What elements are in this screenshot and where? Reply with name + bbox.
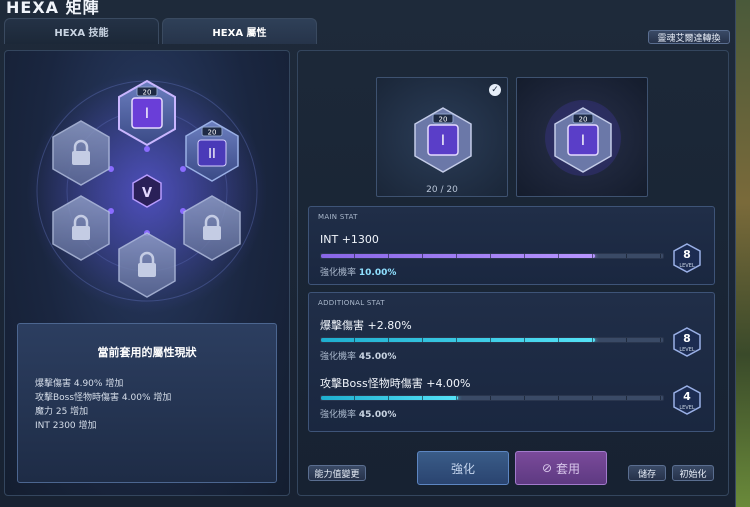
stat-detail-panel: ✓ I 20 20 / 20 I 20 MAIN STAT INT +1300 …: [297, 50, 729, 496]
slot-core-graphic: I 20: [545, 100, 621, 176]
sol-erda-convert-button[interactable]: 靈魂艾爾達轉換: [648, 30, 730, 44]
slot-count-text: 20 / 20: [426, 185, 458, 195]
stat-change-button[interactable]: 能力值變更: [308, 465, 366, 481]
status-line: 魔力 25 增加: [35, 407, 89, 417]
additional-stat-header: ADDITIONAL STAT: [318, 299, 385, 307]
status-line: 爆擊傷害 4.90% 增加: [35, 379, 124, 389]
tab-hexa-stat[interactable]: HEXA 屬性: [162, 18, 317, 44]
apply-check-icon: ⊘: [541, 461, 553, 475]
second-level-badge: 20: [208, 129, 217, 137]
slot-core-graphic: I 20: [414, 107, 472, 173]
main-stat-progress-bar: [320, 253, 664, 259]
window-title: HEXA 矩陣: [6, 0, 100, 17]
additional-stat-name: 爆擊傷害 +2.80%: [320, 319, 412, 332]
svg-text:I: I: [145, 106, 149, 122]
tab-hexa-skill[interactable]: HEXA 技能: [4, 18, 159, 44]
additional-stat-level-badge: 4 LEVEL: [672, 385, 702, 415]
svg-text:I: I: [441, 133, 445, 149]
additional-stat-level-badge: 8 LEVEL: [672, 327, 702, 357]
hexa-grid-panel: I 20 II 20 V 當前套用的屬性現狀 爆擊傷害 4.90% 增加 攻擊B…: [4, 50, 290, 496]
status-line: INT 2300 增加: [35, 421, 97, 431]
status-title: 當前套用的屬性現狀: [97, 346, 197, 359]
game-scene-edge: [736, 0, 750, 507]
current-stat-status-box: 當前套用的屬性現狀 爆擊傷害 4.90% 增加 攻擊Boss怪物時傷害 4.00…: [17, 323, 277, 483]
additional-stat-progress-bar: [320, 337, 664, 343]
hexa-matrix-window: HEXA 矩陣 HEXA 技能 HEXA 屬性 靈魂艾爾達轉換 I 20 II …: [0, 0, 736, 507]
save-button[interactable]: 儲存: [628, 465, 666, 481]
active-level-badge: 20: [143, 89, 152, 97]
main-stat-level-badge: 8 LEVEL: [672, 243, 702, 273]
svg-text:II: II: [208, 147, 216, 162]
additional-stat-chance: 強化機率 45.00%: [320, 410, 397, 420]
apply-button[interactable]: ⊘ 套用: [515, 451, 607, 485]
status-line: 攻擊Boss怪物時傷害 4.00% 增加: [35, 393, 172, 403]
main-stat-name: INT +1300: [320, 233, 379, 246]
stat-core-slot-preview[interactable]: I 20: [516, 77, 648, 197]
additional-stat-block: ADDITIONAL STAT 爆擊傷害 +2.80% 強化機率 45.00% …: [308, 292, 715, 432]
slot-level-badge: 20: [579, 116, 588, 124]
additional-stat-progress-bar: [320, 395, 664, 401]
connector-dot: [144, 146, 150, 152]
enhance-button[interactable]: 強化: [417, 451, 509, 485]
main-stat-chance: 強化機率 10.00%: [320, 268, 397, 278]
slot-level-badge: 20: [439, 116, 448, 124]
additional-stat-name: 攻擊Boss怪物時傷害 +4.00%: [320, 377, 471, 390]
hexa-core-emblem-icon: V: [132, 174, 162, 208]
stat-core-slot-current[interactable]: ✓ I 20: [376, 77, 508, 197]
connector-dot: [180, 166, 186, 172]
main-stat-block: MAIN STAT INT +1300 強化機率 10.00% 8 LEVEL: [308, 206, 715, 285]
svg-text:I: I: [581, 133, 585, 149]
main-stat-header: MAIN STAT: [318, 213, 358, 221]
svg-text:V: V: [142, 186, 152, 201]
reset-button[interactable]: 初始化: [672, 465, 714, 481]
additional-stat-chance: 強化機率 45.00%: [320, 352, 397, 362]
